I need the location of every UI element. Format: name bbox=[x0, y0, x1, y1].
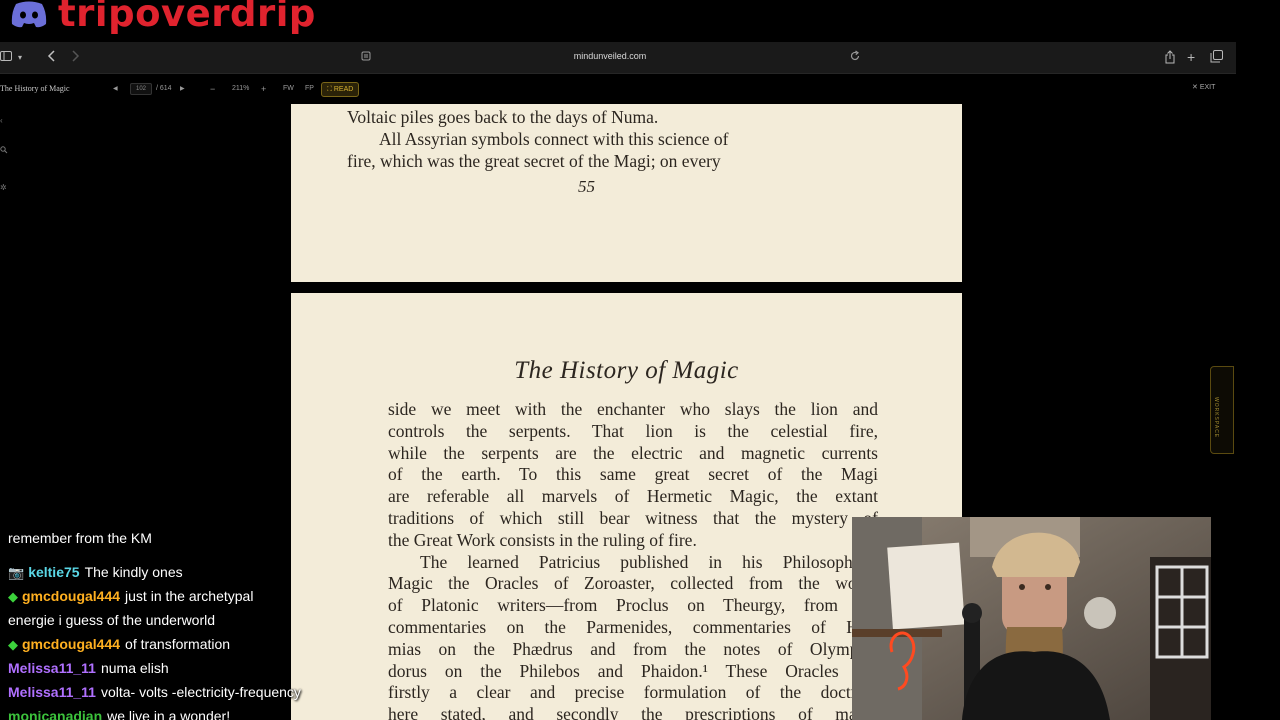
gem-badge-icon: ◆ bbox=[8, 637, 18, 652]
fit-width-button[interactable]: FW bbox=[283, 83, 294, 95]
text-line: while the serpents are the electric and … bbox=[388, 442, 878, 463]
workspace-tab[interactable]: WORKSPACE bbox=[1210, 366, 1234, 454]
close-icon: ✕ bbox=[1192, 84, 1198, 91]
chat-username: gmcdougal444 bbox=[22, 588, 121, 604]
chat-text: The kindly ones bbox=[84, 564, 183, 580]
chat-text: volta- volts -electricity-frequency bbox=[100, 684, 301, 700]
text-line: Voltaic piles goes back to the days of N… bbox=[347, 107, 659, 127]
text-line: firstly a clear and precise formulation … bbox=[388, 682, 878, 703]
text-line: fire, which was the great secret of the … bbox=[347, 151, 721, 171]
tabs-overview-icon[interactable] bbox=[1210, 50, 1223, 67]
banner-text: tripoverdrip bbox=[58, 0, 316, 35]
share-icon[interactable] bbox=[1164, 50, 1176, 68]
zoom-out-button[interactable]: − bbox=[210, 83, 215, 95]
text-line: side we meet with the enchanter who slay… bbox=[388, 399, 878, 419]
text-line: controls the serpents. That lion is the … bbox=[388, 420, 878, 441]
zoom-in-button[interactable]: + bbox=[261, 83, 266, 95]
read-mode-button[interactable]: ⛶ READ bbox=[321, 82, 360, 97]
chat-username: Melissa11_11 bbox=[8, 684, 96, 700]
webcam-scene bbox=[852, 517, 1211, 720]
chat-text: energie i guess of the underworld bbox=[8, 612, 216, 628]
reload-icon[interactable] bbox=[850, 50, 860, 66]
text-line: The learned Patricius published in his P… bbox=[420, 551, 878, 572]
chat-text: numa elish bbox=[100, 660, 169, 676]
page-number-input[interactable]: 102 bbox=[130, 83, 152, 95]
reader-toolbar: The History of Magic ◀ 102 / 614 ▶ − 211… bbox=[0, 74, 1236, 104]
gem-badge-icon: ◆ bbox=[8, 589, 18, 604]
chat-username: monicanadian bbox=[8, 708, 103, 720]
text-line: traditions of which still bear witness t… bbox=[388, 507, 878, 528]
chat-username: Melissa11_11 bbox=[8, 660, 96, 676]
chat-message: Melissa11_11 numa elish bbox=[8, 656, 169, 680]
back-icon[interactable] bbox=[47, 50, 57, 66]
running-head: The History of Magic bbox=[514, 357, 739, 384]
text-line: are referable all marvels of Hermetic Ma… bbox=[388, 486, 878, 507]
chat-overlay: remember from the KM 📷 keltie75 The kindly… bbox=[0, 530, 360, 720]
text-line: here stated, and secondly the prescripti… bbox=[388, 704, 878, 720]
browser-toolbar: ▾ mindunveiled.com + bbox=[0, 42, 1236, 74]
address-bar[interactable]: mindunveiled.com bbox=[520, 51, 700, 61]
prev-page-icon[interactable]: ◀ bbox=[113, 83, 118, 95]
page-total: / 614 bbox=[156, 85, 172, 92]
chat-text: of transformation bbox=[125, 636, 231, 652]
book-title: The History of Magic bbox=[0, 84, 70, 93]
chat-username: gmcdougal444 bbox=[22, 636, 121, 652]
collapse-icon[interactable]: ‹ bbox=[0, 116, 3, 125]
page-number: 55 bbox=[578, 177, 595, 196]
fit-page-button[interactable]: FP bbox=[305, 83, 314, 95]
chat-message: remember from the KM bbox=[8, 526, 152, 550]
exit-button[interactable]: ✕ EXIT bbox=[1192, 83, 1215, 91]
text-line: mias on the Phædrus and from the notes o… bbox=[388, 638, 878, 659]
camera-badge-icon: 📷 bbox=[8, 565, 25, 580]
read-label: READ bbox=[333, 86, 354, 93]
reader-mode-icon[interactable] bbox=[361, 50, 371, 66]
text-line: dorus on the Philebos and Phaidon.¹ Thes… bbox=[388, 660, 878, 681]
new-tab-icon[interactable]: + bbox=[1187, 50, 1195, 64]
workspace-label: WORKSPACE bbox=[1213, 397, 1219, 439]
chat-username: keltie75 bbox=[28, 564, 80, 580]
forward-icon[interactable] bbox=[70, 50, 80, 66]
text-line: commentaries on the Parmenides, commenta… bbox=[388, 616, 878, 637]
chat-message: ◆ gmcdougal444 just in the archetypal bbox=[8, 584, 253, 609]
chat-text: remember from the KM bbox=[8, 530, 152, 546]
chat-text: we live in a wonder! bbox=[107, 708, 231, 720]
text-line: of Platonic writers—from Proclus on Theu… bbox=[388, 595, 878, 616]
gear-icon[interactable]: ✲ bbox=[0, 183, 7, 192]
zoom-level: 211% bbox=[232, 85, 250, 92]
text-line: of the earth. To this same great secret … bbox=[388, 464, 878, 485]
text-line: Magic the Oracles of Zoroaster, collecte… bbox=[388, 573, 878, 594]
chat-text: just in the archetypal bbox=[125, 588, 254, 604]
book-page-55: Voltaic piles goes back to the days of N… bbox=[291, 104, 962, 282]
chat-message: 📷 keltie75 The kindly ones bbox=[8, 560, 183, 585]
stream-banner: tripoverdrip bbox=[0, 0, 1280, 42]
search-icon[interactable] bbox=[0, 146, 8, 156]
chat-message: monicanadian we live in a wonder! bbox=[8, 704, 230, 720]
exit-label: EXIT bbox=[1199, 84, 1216, 91]
text-line: All Assyrian symbols connect with this s… bbox=[379, 129, 729, 149]
expand-icon: ⛶ bbox=[327, 86, 332, 93]
page-55-text: Voltaic piles goes back to the days of N… bbox=[347, 106, 839, 172]
discord-icon bbox=[11, 1, 47, 28]
sidebar-icon[interactable] bbox=[0, 50, 12, 66]
next-page-icon[interactable]: ▶ bbox=[180, 83, 185, 95]
chat-message: ◆ gmcdougal444 of transformation bbox=[8, 632, 230, 657]
text-line: the Great Work consists in the ruling of… bbox=[388, 529, 697, 550]
chat-message: energie i guess of the underworld bbox=[8, 608, 215, 632]
page-56-text: side we meet with the enchanter who slay… bbox=[388, 399, 878, 720]
webcam-feed bbox=[852, 517, 1211, 720]
chevron-down-icon[interactable]: ▾ bbox=[18, 50, 22, 66]
chat-message: Melissa11_11 volta- volts -electricity-fr… bbox=[8, 680, 301, 704]
